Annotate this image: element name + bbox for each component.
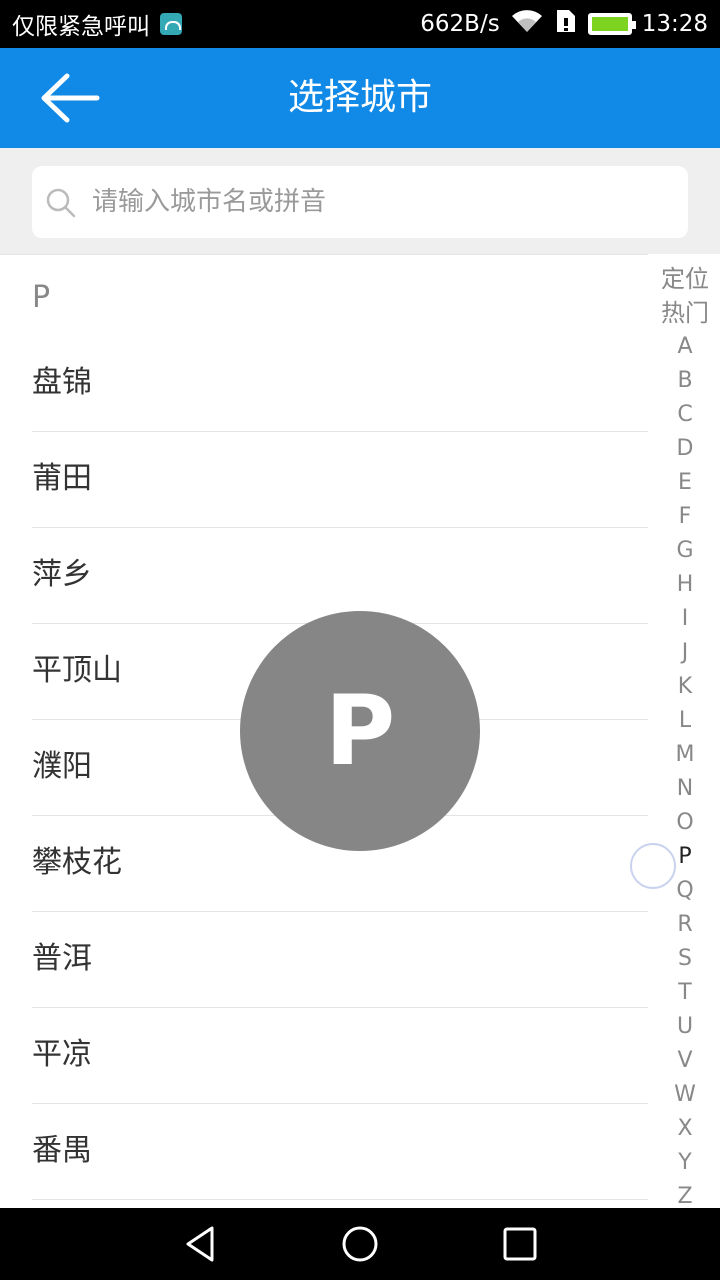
index-item-m[interactable]: M — [650, 738, 720, 772]
search-input[interactable] — [92, 166, 672, 238]
index-item-i[interactable]: I — [650, 602, 720, 636]
index-item-g[interactable]: G — [650, 534, 720, 568]
index-item-o[interactable]: O — [650, 806, 720, 840]
index-item-w[interactable]: W — [650, 1078, 720, 1112]
index-item-r[interactable]: R — [650, 908, 720, 942]
index-item-n[interactable]: N — [650, 772, 720, 806]
sim-icon — [554, 8, 578, 40]
index-item-e[interactable]: E — [650, 466, 720, 500]
status-right: 662B/s 13:28 — [420, 0, 708, 48]
alphabet-index-bar[interactable]: 定位 热门 A B C D E F G H I J K L M N O P Q … — [650, 262, 720, 1209]
list-item[interactable]: 普洱 — [32, 912, 648, 1008]
index-item-v[interactable]: V — [650, 1044, 720, 1078]
index-item-u[interactable]: U — [650, 1010, 720, 1044]
letter-overlay: P — [240, 611, 480, 851]
recents-square-icon[interactable] — [500, 1224, 540, 1264]
back-triangle-icon[interactable] — [180, 1224, 220, 1264]
index-item-t[interactable]: T — [650, 976, 720, 1010]
network-speed: 662B/s — [420, 11, 500, 37]
index-item-k[interactable]: K — [650, 670, 720, 704]
app-header: 选择城市 — [0, 48, 720, 148]
index-item-c[interactable]: C — [650, 398, 720, 432]
index-item-l[interactable]: L — [650, 704, 720, 738]
list-item[interactable]: 盘锦 — [32, 336, 648, 432]
search-box[interactable] — [32, 166, 688, 238]
clock: 13:28 — [641, 11, 708, 37]
index-item-a[interactable]: A — [650, 330, 720, 364]
search-area — [0, 148, 720, 254]
android-debug-icon — [160, 13, 182, 35]
carrier-text: 仅限紧急呼叫 — [12, 14, 150, 40]
index-item-f[interactable]: F — [650, 500, 720, 534]
index-item-x[interactable]: X — [650, 1112, 720, 1146]
index-item-hot[interactable]: 热门 — [650, 296, 720, 330]
status-bar: 仅限紧急呼叫 662B/s 13:28 — [0, 0, 720, 48]
index-touch-indicator — [630, 843, 676, 889]
wifi-icon — [510, 8, 544, 40]
list-item[interactable]: 莆田 — [32, 432, 648, 528]
index-item-y[interactable]: Y — [650, 1146, 720, 1180]
battery-charging-icon — [587, 13, 636, 35]
search-icon — [46, 188, 76, 218]
index-item-s[interactable]: S — [650, 942, 720, 976]
status-left: 仅限紧急呼叫 — [12, 0, 182, 48]
index-item-location[interactable]: 定位 — [650, 262, 720, 296]
list-item[interactable]: 萍乡 — [32, 528, 648, 624]
list-item[interactable]: 平凉 — [32, 1008, 648, 1104]
index-item-b[interactable]: B — [650, 364, 720, 398]
index-item-d[interactable]: D — [650, 432, 720, 466]
home-circle-icon[interactable] — [340, 1224, 380, 1264]
index-item-h[interactable]: H — [650, 568, 720, 602]
page-title: 选择城市 — [287, 77, 432, 118]
system-nav-bar — [0, 1208, 720, 1280]
section-header: P — [0, 254, 648, 336]
list-item[interactable]: 番禺 — [32, 1104, 648, 1200]
index-item-j[interactable]: J — [650, 636, 720, 670]
